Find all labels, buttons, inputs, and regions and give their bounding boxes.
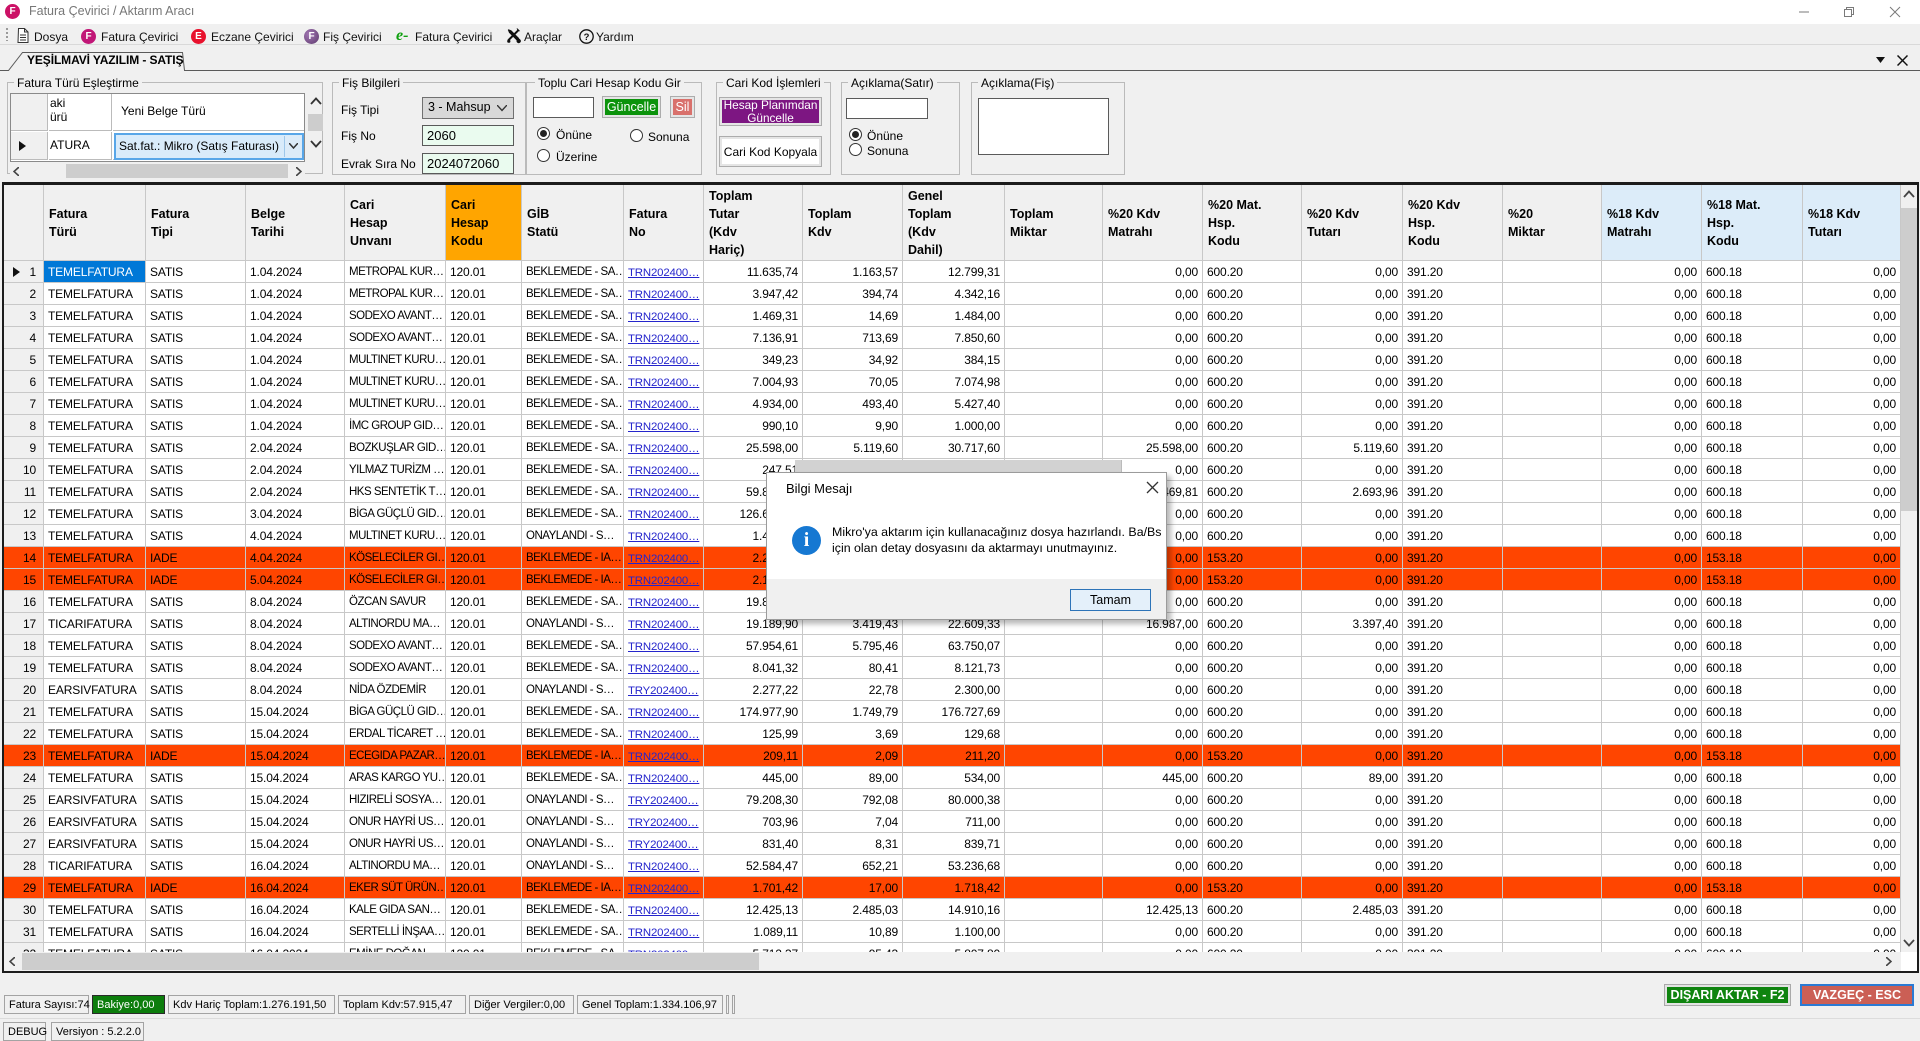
svg-text:?: ? (584, 32, 590, 43)
